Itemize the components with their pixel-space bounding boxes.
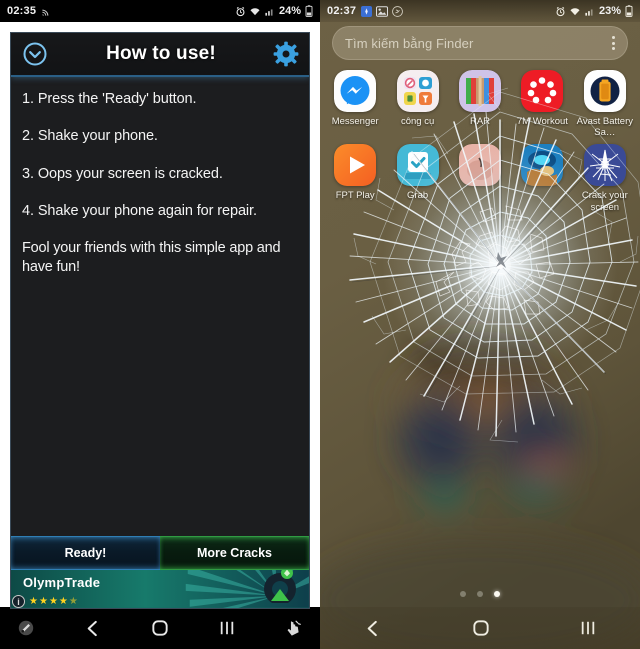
grab-icon <box>396 144 439 187</box>
app-obscured-2[interactable] <box>511 144 573 212</box>
recents-icon[interactable] <box>219 620 235 636</box>
screenshot-icon[interactable] <box>18 620 34 636</box>
star-icon: ★ <box>48 596 58 607</box>
messenger-icon <box>334 70 377 112</box>
instruction-step: 2. Shake your phone. <box>22 128 158 145</box>
app-label: Avast Battery Sa… <box>576 116 633 139</box>
battery-percent: 24% <box>278 5 301 17</box>
signal-icon <box>264 6 275 17</box>
ad-rating-stars: ★ ★ ★ ★ ★ <box>29 597 78 607</box>
app-row: FPT Play Grab Crack your screen <box>320 144 640 213</box>
back-icon[interactable] <box>364 619 381 638</box>
left-status-bar: 02:35 24% <box>0 0 320 22</box>
gear-icon[interactable] <box>273 41 299 67</box>
ad-logo <box>257 570 303 608</box>
recents-icon[interactable] <box>580 620 596 636</box>
obscured-app-icon <box>459 144 502 187</box>
app-fpt-play[interactable]: FPT Play <box>324 144 386 212</box>
vibrate-icon <box>392 5 404 17</box>
screenshot-image-icon <box>376 5 389 17</box>
home-icon[interactable] <box>472 619 490 637</box>
app-obscured-1[interactable] <box>449 144 511 212</box>
battery-icon <box>625 5 633 17</box>
app-7m-workout[interactable]: 7M Workout <box>511 70 573 138</box>
status-time: 02:37 <box>327 5 357 17</box>
ad-info-badge[interactable]: i <box>12 595 25 608</box>
more-vertical-icon[interactable] <box>612 36 615 50</box>
app-notification-icon <box>361 5 373 17</box>
tools-folder-icon <box>396 70 439 112</box>
status-right-icons: 23% <box>555 5 633 17</box>
signal-icon <box>584 6 595 17</box>
page-dot-active[interactable] <box>494 591 500 597</box>
more-cracks-button[interactable]: More Cracks <box>160 536 309 570</box>
crack-screen-app-window: How to use! 1. Press the 'Ready' button.… <box>10 32 310 609</box>
finder-search-bar[interactable]: Tìm kiếm bằng Finder <box>332 26 628 60</box>
screenshot-root: 02:35 24% How to use! 1. Press the 'Read… <box>0 0 640 649</box>
status-right-icons: 24% <box>235 5 313 17</box>
app-crack-your-screen[interactable]: Crack your screen <box>574 144 636 213</box>
star-icon: ★ <box>38 596 48 607</box>
tap-pointer-icon[interactable] <box>285 619 302 637</box>
left-app-body: How to use! 1. Press the 'Ready' button.… <box>0 22 320 609</box>
app-label: FPT Play <box>335 190 375 202</box>
right-status-bar: 02:37 23% <box>320 0 640 22</box>
rar-icon <box>459 70 502 112</box>
action-button-row: Ready! More Cracks <box>11 536 309 570</box>
left-phone-screen: 02:35 24% How to use! 1. Press the 'Read… <box>0 0 320 649</box>
back-icon[interactable] <box>84 619 101 638</box>
home-screen-app-grid: Messenger công cụ RAR 7M Workout Avast B… <box>320 70 640 219</box>
status-left-icons <box>361 5 404 17</box>
right-phone-screen: 02:37 23% Tìm kiếm bằng Finder Messenger… <box>320 0 640 649</box>
chevron-down-circle-icon[interactable] <box>21 40 49 68</box>
right-nav-bar <box>320 607 640 649</box>
app-header-bar: How to use! <box>11 33 309 77</box>
ad-title: OlympTrade <box>23 575 101 590</box>
app-row: Messenger công cụ RAR 7M Workout Avast B… <box>320 70 640 138</box>
instruction-step: 1. Press the 'Ready' button. <box>22 91 197 107</box>
status-time: 02:35 <box>7 5 37 17</box>
instructions-list: 1. Press the 'Ready' button. 2. Shake yo… <box>11 77 309 536</box>
page-indicator <box>320 591 640 597</box>
instruction-step: 3. Oops your screen is cracked. <box>22 165 223 182</box>
star-icon: ★ <box>29 596 38 607</box>
app-label: 7M Workout <box>516 116 568 127</box>
star-icon: ★ <box>58 596 68 607</box>
app-grab[interactable]: Grab <box>386 144 448 212</box>
battery-percent: 23% <box>598 5 621 17</box>
app-label: RAR <box>469 116 491 127</box>
ready-button[interactable]: Ready! <box>11 536 160 570</box>
crack-your-screen-icon <box>583 144 626 187</box>
star-icon-half: ★ <box>68 596 78 607</box>
alarm-icon <box>235 6 246 17</box>
cast-icon <box>41 6 52 17</box>
app-messenger[interactable]: Messenger <box>324 70 386 138</box>
left-nav-bar <box>0 607 320 649</box>
app-avast-battery[interactable]: Avast Battery Sa… <box>574 70 636 138</box>
page-dot[interactable] <box>477 591 483 597</box>
wifi-icon <box>249 6 261 17</box>
closing-text: Fool your friends with this simple app a… <box>22 240 281 276</box>
page-dot[interactable] <box>460 591 466 597</box>
fpt-play-icon <box>334 144 377 187</box>
battery-icon <box>305 5 313 17</box>
avast-battery-icon <box>583 70 626 112</box>
obscured-app-icon <box>521 144 564 187</box>
app-label: Messenger <box>331 116 379 127</box>
wifi-icon <box>569 6 581 17</box>
app-label: công cụ <box>400 116 435 127</box>
app-label: Grab <box>407 190 429 202</box>
status-left-icons <box>41 6 52 17</box>
olymptrade-ad-banner[interactable]: OlympTrade ★ ★ ★ ★ ★ i <box>11 570 309 608</box>
app-rar[interactable]: RAR <box>449 70 511 138</box>
instruction-step: 4. Shake your phone again for repair. <box>22 202 257 219</box>
page-title: How to use! <box>106 43 216 64</box>
home-icon[interactable] <box>151 619 169 637</box>
app-tools-folder[interactable]: công cụ <box>386 70 448 138</box>
alarm-icon <box>555 6 566 17</box>
search-input[interactable]: Tìm kiếm bằng Finder <box>345 36 612 51</box>
app-label: Crack your screen <box>581 190 628 213</box>
workout-icon <box>521 70 564 112</box>
